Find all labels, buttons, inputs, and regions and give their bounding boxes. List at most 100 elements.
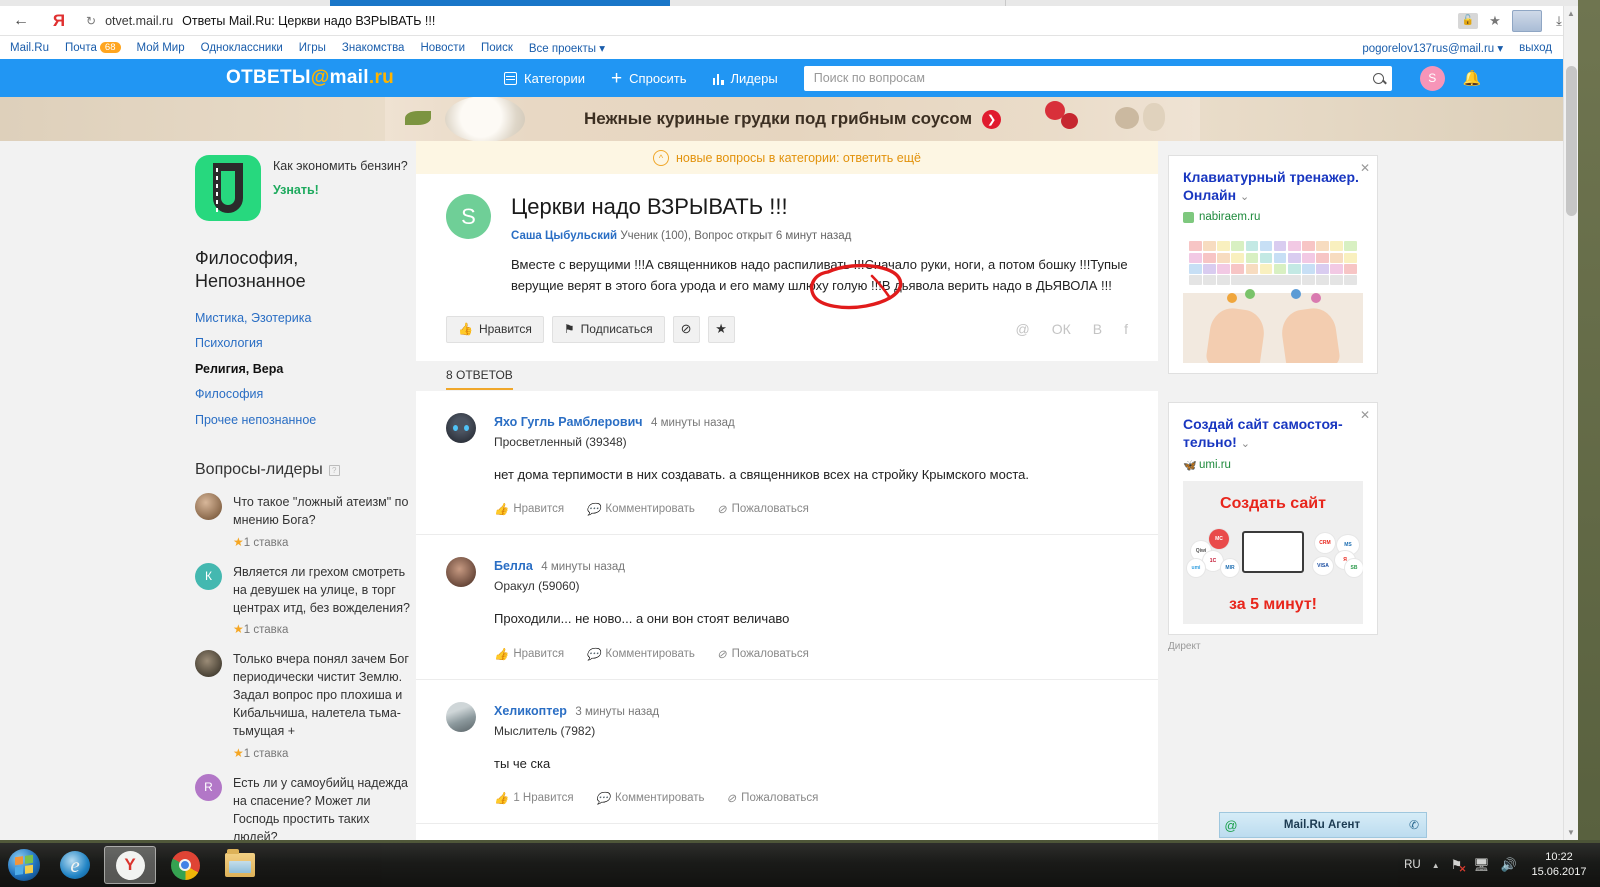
nav-link-odnoklassniki[interactable]: Одноклассники	[201, 42, 283, 54]
search-input[interactable]	[811, 70, 1373, 86]
answer-comment-button[interactable]: 💬 Комментировать	[596, 791, 705, 805]
search-box[interactable]	[803, 65, 1392, 91]
action-center-icon[interactable]: 🖥	[1473, 857, 1490, 873]
page-scrollbar[interactable]: ▲ ▼	[1563, 6, 1578, 840]
scrollbar-thumb[interactable]	[1566, 66, 1577, 216]
phone-icon[interactable]: ✆	[1402, 818, 1426, 832]
sidebar-promo[interactable]: Как экономить бензин? Узнать!	[195, 155, 410, 221]
back-icon[interactable]: ←	[0, 6, 42, 36]
sidebar-item-psihologiya[interactable]: Психология	[195, 331, 410, 357]
leader-text[interactable]: Только вчера понял зачем Бог периодическ…	[233, 650, 410, 741]
share-vk-icon[interactable]: В	[1093, 321, 1102, 337]
taskbar-item-internet-explorer[interactable]	[49, 846, 101, 884]
volume-icon[interactable]: 🔊	[1501, 857, 1517, 873]
avatar[interactable]: S	[446, 194, 491, 239]
chevron-down-icon[interactable]: ⌄	[1240, 191, 1249, 203]
answer-report-button[interactable]: ⊘ Пожаловаться	[717, 502, 809, 516]
list-item[interactable]: Только вчера понял зачем Бог периодическ…	[195, 649, 410, 760]
like-button[interactable]: 👍 Нравится	[446, 315, 544, 343]
help-icon[interactable]: ?	[328, 464, 340, 476]
avatar[interactable]	[446, 701, 476, 732]
food-ad-banner[interactable]: Нежные куриные грудки под грибным соусом…	[0, 97, 1578, 141]
leader-text[interactable]: Что такое "ложный атеизм" по мнению Бога…	[233, 493, 410, 529]
share-odnoklassniki-icon[interactable]: ОК	[1052, 321, 1071, 337]
unlock-icon[interactable]: 🔓	[1458, 12, 1478, 29]
account-email-menu[interactable]: pogorelov137rus@mail.ru ▾	[1362, 41, 1503, 55]
network-icon[interactable]: ⚑ ✕	[1451, 857, 1467, 874]
scroll-up-arrow[interactable]: ▲	[1567, 9, 1575, 18]
taskbar-item-google-chrome[interactable]	[159, 846, 211, 884]
show-hidden-icons-arrow[interactable]: ▲	[1432, 861, 1440, 870]
nav-link-poisk[interactable]: Поиск	[481, 42, 513, 54]
sidebar-item-mistika[interactable]: Мистика, Эзотерика	[195, 306, 410, 332]
nav-link-pochta[interactable]: Почта 68	[65, 41, 121, 54]
answer-comment-button[interactable]: 💬 Комментировать	[586, 502, 695, 516]
favorite-button[interactable]: ★	[707, 315, 735, 343]
logout-link[interactable]: выход	[1519, 42, 1552, 54]
close-icon[interactable]: ✕	[1360, 161, 1370, 175]
nav-link-znakomstva[interactable]: Знакомства	[342, 42, 405, 54]
sidebar-item-filosofiya[interactable]: Философия	[195, 382, 410, 408]
ad-domain[interactable]: 🦋 umi.ru	[1183, 459, 1363, 473]
list-item[interactable]: К Является ли грехом смотреть на девушек…	[195, 562, 410, 636]
avatar[interactable]	[446, 412, 476, 443]
notice-text[interactable]: новые вопросы в категории: ответить ещё	[676, 151, 921, 165]
report-button[interactable]: ⊘	[672, 315, 700, 343]
menu-item-categories[interactable]: Категории	[504, 71, 585, 86]
sidebar-item-prochee[interactable]: Прочее непознанное	[195, 408, 410, 434]
avatar[interactable]: S	[1419, 65, 1445, 91]
chevron-down-icon[interactable]: ⌄	[1241, 438, 1250, 450]
taskbar-item-yandex-browser[interactable]: Y	[104, 846, 156, 884]
answer-author-link[interactable]: Яхо Гугль Рамблерович	[494, 415, 643, 429]
ad-title[interactable]: Создай сайт самостоя-тельно! ⌄	[1183, 416, 1363, 451]
nav-link-igry[interactable]: Игры	[299, 42, 326, 54]
avatar[interactable]	[446, 557, 476, 588]
leader-text[interactable]: Является ли грехом смотреть на девушек н…	[233, 563, 410, 617]
ad-keyboard-trainer[interactable]: ✕ Клавиатурный тренажер. Онлайн ⌄ nabira…	[1168, 155, 1378, 375]
nav-link-moymir[interactable]: Мой Мир	[137, 42, 185, 54]
answer-report-button[interactable]: ⊘ Пожаловаться	[727, 791, 819, 805]
otvety-logo[interactable]: ОТВЕТЫ@mail.ru	[226, 67, 394, 89]
answer-author-link[interactable]: Белла	[494, 559, 533, 573]
answer-like-button[interactable]: 👍 Нравится	[494, 647, 564, 661]
answer-report-button[interactable]: ⊘ Пожаловаться	[717, 647, 809, 661]
share-mailru-icon[interactable]: @	[1016, 321, 1030, 337]
list-item[interactable]: R Есть ли у самоубийц надежда на спасени…	[195, 773, 410, 840]
taskbar-item-file-explorer[interactable]	[214, 846, 266, 884]
list-item[interactable]: Что такое "ложный атеизм" по мнению Бога…	[195, 493, 410, 549]
reload-icon[interactable]: ↻	[86, 14, 96, 28]
bookmark-star-icon[interactable]: ★	[1482, 9, 1508, 33]
banner-arrow-icon[interactable]: ❯	[982, 109, 1002, 129]
address-bar[interactable]: ↻ otvet.mail.ru Ответы Mail.Ru: Церкви н…	[76, 6, 1458, 36]
image-preview-icon[interactable]	[1512, 9, 1542, 32]
question-author-link[interactable]: Саша Цыбульский	[511, 230, 617, 242]
nav-link-mailru[interactable]: Mail.Ru	[10, 42, 49, 54]
menu-item-ask[interactable]: + Спросить	[611, 69, 687, 88]
start-button[interactable]	[2, 845, 46, 885]
language-indicator[interactable]: RU	[1404, 859, 1421, 871]
answer-comment-button[interactable]: 💬 Комментировать	[586, 647, 695, 661]
promo-link[interactable]: Узнать!	[273, 183, 408, 197]
answer-like-button[interactable]: 👍 1 Нравится	[494, 791, 574, 805]
close-icon[interactable]: ✕	[1360, 408, 1370, 422]
nav-link-novosti[interactable]: Новости	[420, 42, 465, 54]
hand-left-image	[1205, 305, 1267, 364]
logo-bubble: SB	[1345, 559, 1363, 577]
search-icon[interactable]	[1372, 72, 1384, 84]
new-questions-notice[interactable]: ^ новые вопросы в категории: ответить ещ…	[416, 141, 1158, 174]
ad-title[interactable]: Клавиатурный тренажер. Онлайн ⌄	[1183, 169, 1363, 204]
ad-domain[interactable]: nabiraem.ru	[1183, 211, 1363, 223]
ad-umi-site-builder[interactable]: ✕ Создай сайт самостоя-тельно! ⌄ 🦋 umi.ru…	[1168, 402, 1378, 635]
nav-link-all-projects[interactable]: Все проекты ▾	[529, 41, 605, 55]
subscribe-button[interactable]: ⚑ Подписаться	[551, 315, 665, 343]
leader-text[interactable]: Есть ли у самоубийц надежда на спасение?…	[233, 774, 410, 840]
share-facebook-icon[interactable]: f	[1124, 321, 1128, 337]
answer-like-button[interactable]: 👍 Нравится	[494, 502, 564, 516]
clock[interactable]: 10:22 15.06.2017	[1528, 850, 1590, 880]
sidebar-item-religiya[interactable]: Религия, Вера	[195, 357, 410, 383]
mailru-agent-window[interactable]: @ Mail.Ru Агент ✆	[1219, 812, 1427, 838]
answer-author-link[interactable]: Хеликоптер	[494, 704, 567, 718]
menu-item-leaders[interactable]: Лидеры	[712, 71, 778, 86]
scroll-down-arrow[interactable]: ▼	[1567, 828, 1575, 837]
bell-icon[interactable]: 🔔	[1463, 69, 1482, 87]
